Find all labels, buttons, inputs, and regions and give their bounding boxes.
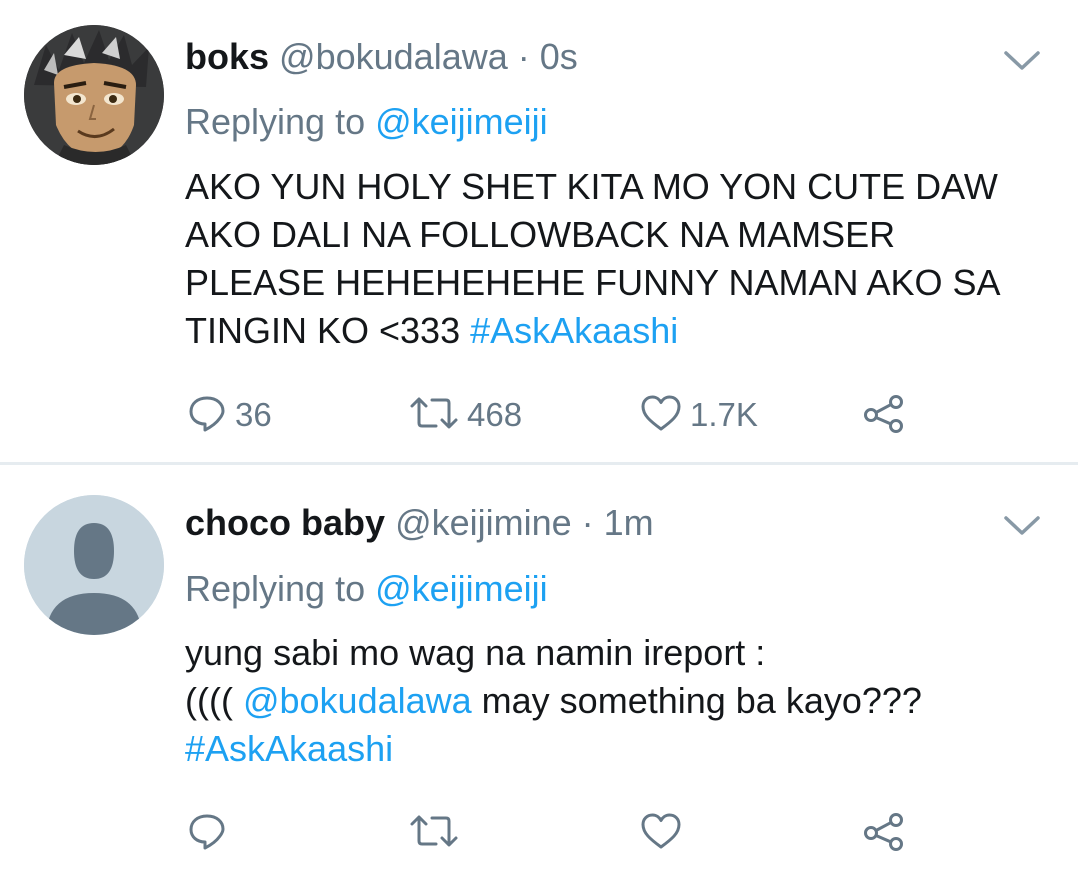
- reply-icon: [187, 393, 227, 438]
- timestamp[interactable]: 0s: [540, 36, 578, 77]
- separator: ·: [507, 36, 540, 77]
- handle[interactable]: @keijimine: [395, 502, 572, 543]
- tweet-text-segment: TINGIN KO <333: [185, 310, 471, 351]
- like-icon: [640, 393, 682, 438]
- share-icon: [862, 811, 906, 856]
- tweet-header: choco baby @keijimine · 1m: [185, 501, 654, 545]
- hashtag-link[interactable]: #AskAkaashi: [470, 310, 678, 351]
- tweet-body: yung sabi mo wag na namin ireport : ((((…: [185, 629, 1065, 773]
- tweet-text-line: AKO DALI NA FOLLOWBACK NA MAMSER: [185, 214, 896, 255]
- tweet-text-segment: may something ba kayo???: [471, 680, 922, 721]
- retweet-icon: [409, 811, 459, 856]
- tweet-text-line: (((( @bokudalawa may something ba kayo??…: [185, 677, 1065, 725]
- default-avatar[interactable]: [24, 495, 164, 635]
- separator: ·: [571, 502, 604, 543]
- replying-to: Replying to @keijimeiji: [185, 567, 548, 611]
- share-button[interactable]: [862, 808, 906, 858]
- tweet-text-line: PLEASE HEHEHEHEHE FUNNY NAMAN AKO SA: [185, 262, 1001, 303]
- retweet-button[interactable]: 468: [409, 390, 522, 440]
- share-button[interactable]: [862, 390, 906, 440]
- like-button[interactable]: [640, 808, 690, 858]
- display-name[interactable]: boks: [185, 36, 269, 77]
- reply-mention-link[interactable]: @keijimeiji: [375, 101, 548, 142]
- action-bar: [0, 808, 1078, 858]
- hashtag-link[interactable]: #AskAkaashi: [185, 725, 1065, 773]
- timestamp[interactable]: 1m: [604, 502, 654, 543]
- tweet[interactable]: boks @bokudalawa · 0s Replying to @keiji…: [0, 0, 1078, 463]
- tweet-text-line: AKO YUN HOLY SHET KITA MO YON CUTE DAW: [185, 166, 998, 207]
- tweet-header: boks @bokudalawa · 0s: [185, 35, 578, 79]
- tweet-body: AKO YUN HOLY SHET KITA MO YON CUTE DAW A…: [185, 163, 1065, 355]
- like-icon: [640, 811, 682, 856]
- reply-button[interactable]: [187, 808, 235, 858]
- tweet[interactable]: choco baby @keijimine · 1m Replying to @…: [0, 465, 1078, 882]
- tweet-text-segment: ((((: [185, 680, 243, 721]
- replying-prefix: Replying to: [185, 568, 376, 609]
- chevron-down-icon[interactable]: [1002, 48, 1042, 74]
- action-bar: 36 468 1.7K: [0, 390, 1078, 440]
- reply-count: 36: [235, 396, 272, 433]
- tweet-text-line: TINGIN KO <333 #AskAkaashi: [185, 307, 1065, 355]
- chevron-down-icon[interactable]: [1002, 513, 1042, 539]
- reply-icon: [187, 811, 227, 856]
- like-button[interactable]: 1.7K: [640, 390, 758, 440]
- replying-prefix: Replying to: [185, 101, 376, 142]
- reply-button[interactable]: 36: [187, 390, 272, 440]
- tweet-text-line: yung sabi mo wag na namin ireport :: [185, 632, 766, 673]
- mention-link[interactable]: @bokudalawa: [243, 680, 472, 721]
- replying-to: Replying to @keijimeiji: [185, 100, 548, 144]
- handle[interactable]: @bokudalawa: [279, 36, 508, 77]
- like-count: 1.7K: [690, 396, 758, 433]
- display-name[interactable]: choco baby: [185, 502, 385, 543]
- share-icon: [862, 393, 906, 438]
- avatar[interactable]: [24, 25, 164, 165]
- retweet-button[interactable]: [409, 808, 467, 858]
- retweet-count: 468: [467, 396, 523, 433]
- reply-mention-link[interactable]: @keijimeiji: [375, 568, 548, 609]
- retweet-icon: [409, 393, 459, 438]
